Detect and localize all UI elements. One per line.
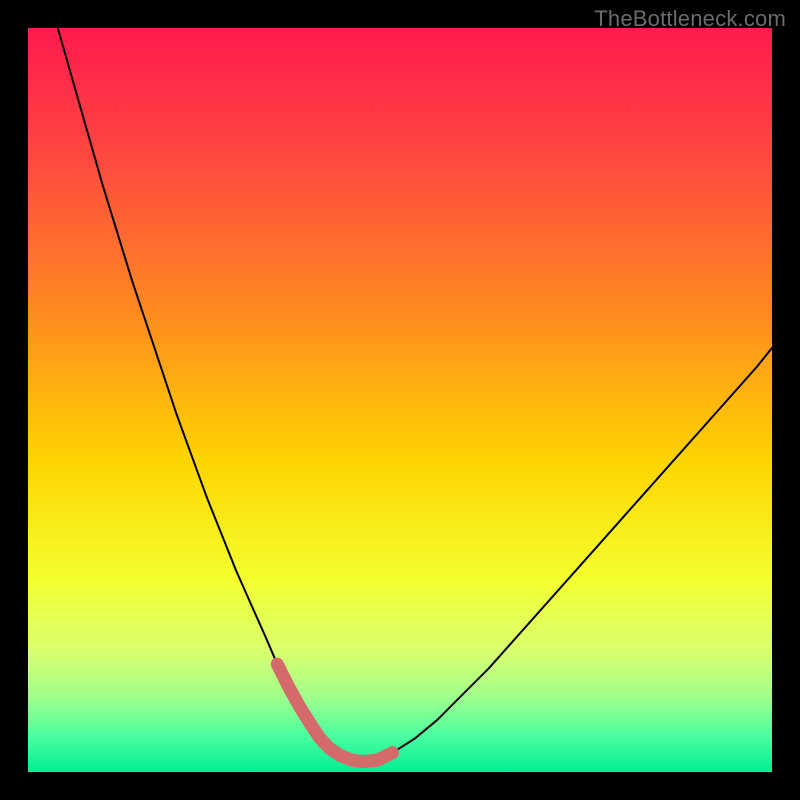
- chart-frame: TheBottleneck.com: [0, 0, 800, 800]
- chart-background: [28, 28, 772, 772]
- chart-plot-area: [28, 28, 772, 772]
- chart-canvas: [28, 28, 772, 772]
- watermark-text: TheBottleneck.com: [594, 6, 786, 32]
